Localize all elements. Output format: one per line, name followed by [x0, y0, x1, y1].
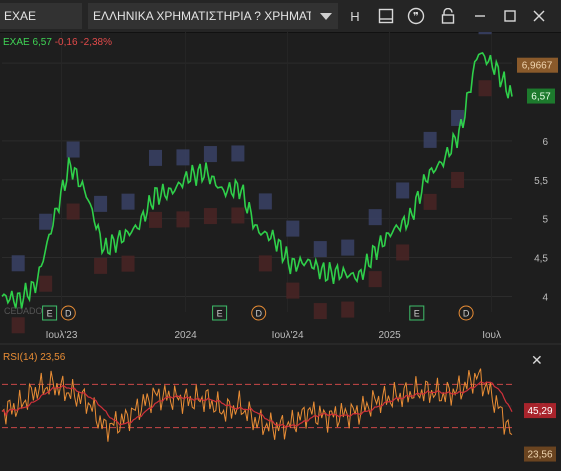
price-chart[interactable]: 765,554,54Ιουλ'232024Ιουλ'242025Ιουλ6,96…	[0, 18, 561, 466]
time-axis-label: 2025	[378, 330, 401, 341]
price-marker-last-label: 6,57	[531, 92, 551, 103]
ask-block	[313, 241, 327, 258]
bid-block	[11, 317, 25, 334]
bid-block	[121, 255, 135, 272]
ask-block	[231, 145, 245, 162]
symbol-input[interactable]: EXAE	[0, 3, 82, 29]
bid-block	[66, 203, 80, 220]
bid-block	[203, 208, 217, 225]
chart-legend: EXAE 6,57 -0,16 -2,38%	[3, 37, 112, 48]
chart-canvas[interactable]: 765,554,54Ιουλ'232024Ιουλ'242025Ιουλ6,96…	[0, 18, 561, 466]
bid-block	[396, 244, 410, 261]
earnings-badge-label: E	[414, 309, 420, 319]
ask-block	[203, 146, 217, 163]
interval-button[interactable]: H	[343, 4, 367, 28]
dividend-badge-label: D	[255, 309, 262, 319]
legend-change: -0,16	[54, 37, 78, 48]
rsi-ma-line	[1, 381, 513, 428]
rsi-value: 23,56	[40, 352, 66, 363]
toolbar: EXAE ΕΛΛΗΝΙΚΑ ΧΡΗΜΑΤΙΣΤΗΡΙΑ ? ΧΡΗΜΑΤ H ❞	[0, 0, 561, 33]
rsi-label: RSI(14)	[3, 352, 38, 363]
legend-change-pct: -2,38%	[80, 37, 112, 48]
rsi-line	[1, 368, 513, 442]
bid-block	[451, 171, 465, 188]
price-tick-label: 6	[542, 137, 548, 148]
legend-symbol: EXAE	[3, 37, 30, 48]
rsi-legend: RSI(14) 23,56	[3, 352, 65, 363]
price-tick-label: 5	[542, 215, 548, 226]
rsi-ma-marker-label: 45,29	[527, 406, 552, 417]
ask-block	[149, 149, 162, 166]
close-icon[interactable]	[527, 4, 551, 28]
bid-block	[478, 80, 492, 97]
ask-block	[121, 193, 135, 210]
bid-block	[149, 211, 162, 228]
price-marker-high-label: 6,9667	[522, 61, 553, 72]
ask-block	[258, 193, 272, 210]
time-axis-label: Ιουλ'24	[272, 330, 304, 341]
bid-block	[94, 257, 108, 274]
bid-block	[231, 207, 245, 224]
price-line	[1, 51, 513, 309]
price-tick-label: 4,5	[534, 254, 548, 265]
ask-block	[94, 195, 108, 212]
exchange-label: ΕΛΛΗΝΙΚΑ ΧΡΗΜΑΤΙΣΤΗΡΙΑ ? ΧΡΗΜΑΤ	[93, 9, 311, 23]
window-icon[interactable]	[374, 4, 398, 28]
dividend-badge-label: D	[65, 309, 72, 319]
ask-block	[341, 239, 355, 256]
rsi-close-icon[interactable]: ✕	[531, 352, 543, 369]
ask-block	[39, 213, 53, 230]
earnings-badge-label: E	[217, 309, 223, 319]
ask-block	[396, 182, 410, 199]
bid-block	[423, 193, 437, 210]
bid-block	[368, 271, 382, 288]
chevron-down-icon[interactable]	[320, 13, 332, 20]
ask-block	[423, 131, 437, 148]
bid-block	[286, 282, 300, 299]
time-axis-label: Ιουλ'23	[46, 330, 78, 341]
earnings-badge-label: E	[47, 309, 53, 319]
minimize-icon[interactable]	[468, 4, 492, 28]
exchange-select[interactable]: ΕΛΛΗΝΙΚΑ ΧΡΗΜΑΤΙΣΤΗΡΙΑ ? ΧΡΗΜΑΤ	[88, 3, 338, 29]
dividend-badge-label: D	[463, 309, 470, 319]
bid-block	[313, 303, 327, 320]
ask-block	[286, 220, 300, 237]
bid-block	[39, 275, 53, 292]
maximize-icon[interactable]	[498, 4, 522, 28]
svg-text:❞: ❞	[413, 10, 419, 23]
watermark: CEDADO	[4, 306, 43, 316]
ask-block	[368, 209, 382, 226]
ask-block	[66, 141, 80, 158]
bid-block	[341, 301, 355, 318]
bid-block	[176, 211, 190, 228]
time-axis-label: Ιουλ	[482, 330, 501, 341]
legend-last: 6,57	[32, 37, 52, 48]
lock-icon[interactable]	[436, 4, 460, 28]
bid-block	[258, 255, 272, 272]
quote-icon[interactable]: ❞	[404, 4, 428, 28]
rsi-last-marker-label: 23,56	[527, 450, 552, 461]
time-axis-label: 2024	[174, 330, 197, 341]
price-tick-label: 4	[542, 292, 548, 303]
price-tick-label: 5,5	[534, 176, 548, 187]
ask-block	[176, 149, 190, 166]
ask-block	[478, 18, 492, 35]
ask-block	[11, 255, 25, 272]
